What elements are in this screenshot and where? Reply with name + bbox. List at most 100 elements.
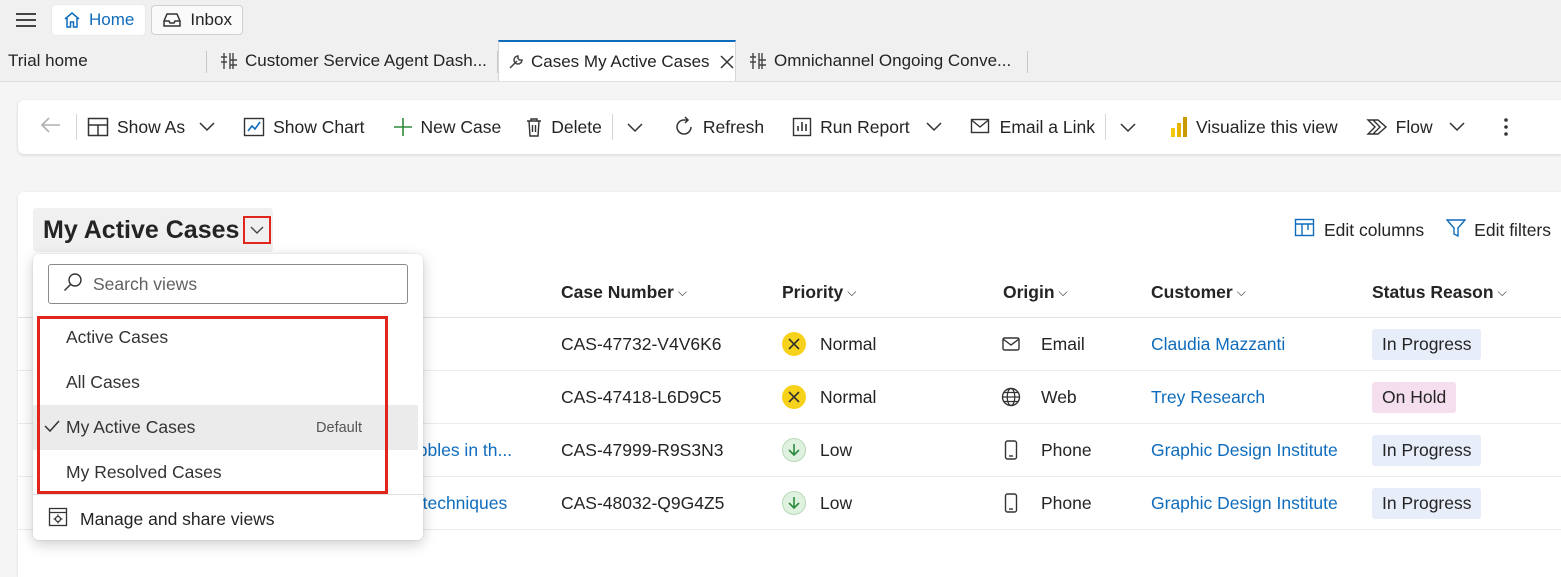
refresh-label: Refresh — [702, 116, 765, 137]
globe-icon — [1001, 387, 1021, 407]
origin-cell: Phone — [1001, 477, 1092, 529]
dashboard-icon — [219, 52, 239, 70]
status-badge: On Hold — [1372, 381, 1457, 413]
app-top-bar: Home Inbox — [0, 0, 1561, 40]
show-as-button[interactable]: Show As — [77, 107, 225, 147]
inbox-label: Inbox — [190, 10, 232, 29]
divider — [33, 494, 423, 495]
status-cell: In Progress — [1372, 318, 1482, 370]
customer-link[interactable]: Trey Research — [1151, 371, 1265, 423]
flow-button[interactable]: Flow — [1356, 107, 1475, 147]
tab-trial-home[interactable]: Trial home — [0, 41, 207, 81]
manage-views-button[interactable]: Manage and share views — [48, 500, 275, 538]
plus-icon — [393, 117, 413, 137]
case-title-link[interactable]: ubbles in th... — [408, 424, 512, 476]
chevron-down-icon — [199, 122, 215, 132]
home-button[interactable]: Home — [52, 5, 146, 35]
chevron-down-icon — [1120, 117, 1136, 138]
column-label: Customer — [1151, 282, 1233, 302]
customer-link[interactable]: Claudia Mazzanti — [1151, 318, 1285, 370]
edit-filters-button[interactable]: Edit filters — [1445, 218, 1551, 243]
hamburger-menu-icon[interactable] — [0, 0, 52, 40]
phone-icon — [1001, 440, 1021, 460]
more-commands-icon[interactable] — [1493, 107, 1519, 147]
email-icon — [1001, 337, 1021, 351]
chevron-down-icon — [1449, 122, 1465, 132]
command-bar: Show As Show Chart New Case Delete Refre… — [18, 100, 1561, 154]
chevron-down-icon[interactable] — [243, 216, 272, 244]
origin-cell: Web — [1001, 371, 1077, 423]
edit-columns-button[interactable]: Edit columns — [1294, 218, 1424, 243]
origin-label: Email — [1041, 333, 1085, 354]
report-icon — [792, 117, 812, 137]
search-views-input[interactable] — [93, 273, 393, 295]
priority-cell: Normal — [782, 371, 876, 423]
tab-cases-my-active-cases[interactable]: Cases My Active Cases — [498, 40, 736, 81]
manage-views-icon — [48, 507, 68, 532]
case-number: CAS-47999-R9S3N3 — [561, 439, 724, 460]
trash-icon — [525, 117, 543, 137]
refresh-button[interactable]: Refresh — [663, 107, 774, 147]
new-case-button[interactable]: New Case — [383, 107, 512, 147]
filter-icon — [1445, 218, 1467, 243]
column-header-status-reason[interactable]: Status Reason ⌵ — [1372, 282, 1507, 303]
show-chart-button[interactable]: Show Chart — [233, 107, 374, 147]
delete-button[interactable]: Delete — [515, 107, 612, 147]
customer-link[interactable]: Graphic Design Institute — [1151, 424, 1338, 476]
close-icon[interactable] — [720, 54, 734, 69]
customer-link[interactable]: Graphic Design Institute — [1151, 477, 1338, 529]
inbox-button[interactable]: Inbox — [151, 5, 243, 35]
new-case-label: New Case — [420, 116, 502, 137]
column-header-case-number[interactable]: Case Number ⌵ — [561, 282, 687, 303]
origin-cell: Email — [1001, 318, 1085, 370]
chevron-down-icon: ⌵ — [677, 285, 687, 299]
email-link-button[interactable]: Email a Link — [960, 107, 1105, 147]
dashboard-icon — [748, 52, 768, 70]
wrench-icon — [507, 53, 525, 71]
view-selector-dropdown: Active Cases All Cases My Active Cases D… — [33, 254, 423, 540]
arrow-left-icon — [40, 116, 62, 139]
chevron-down-icon: ⌵ — [1058, 285, 1068, 299]
origin-cell: Phone — [1001, 424, 1092, 476]
show-as-label: Show As — [117, 116, 186, 137]
status-badge: In Progress — [1372, 328, 1482, 360]
column-header-origin[interactable]: Origin ⌵ — [1003, 282, 1068, 303]
refresh-icon — [673, 116, 695, 138]
more-delete-options-button[interactable] — [613, 107, 663, 147]
priority-normal-icon — [782, 332, 806, 356]
power-bi-icon — [1170, 116, 1188, 138]
home-icon — [63, 11, 81, 29]
case-number: CAS-47732-V4V6K6 — [561, 333, 722, 354]
priority-label: Low — [820, 492, 853, 513]
tab-label: Trial home — [8, 51, 88, 70]
column-header-customer[interactable]: Customer ⌵ — [1151, 282, 1246, 303]
visualize-view-button[interactable]: Visualize this view — [1160, 107, 1348, 147]
chart-icon — [243, 117, 265, 137]
case-number: CAS-47418-L6D9C5 — [561, 386, 722, 407]
priority-normal-icon — [782, 385, 806, 409]
status-cell: In Progress — [1372, 424, 1482, 476]
priority-low-icon — [782, 491, 806, 515]
column-header-priority[interactable]: Priority ⌵ — [782, 282, 856, 303]
chevron-down-icon: ⌵ — [1236, 285, 1246, 299]
view-selector[interactable]: My Active Cases — [33, 208, 274, 252]
more-email-options-button[interactable] — [1106, 107, 1160, 147]
origin-label: Web — [1041, 386, 1077, 407]
priority-cell: Low — [782, 477, 852, 529]
show-chart-label: Show Chart — [273, 116, 365, 137]
search-views-field[interactable] — [48, 264, 408, 304]
priority-low-icon — [782, 438, 806, 462]
case-number: CAS-48032-Q9G4Z5 — [561, 492, 725, 513]
view-title: My Active Cases — [43, 215, 240, 244]
flow-label: Flow — [1395, 116, 1433, 137]
visualize-label: Visualize this view — [1195, 116, 1338, 137]
origin-label: Phone — [1041, 439, 1092, 460]
run-report-button[interactable]: Run Report — [782, 107, 952, 147]
tab-omnichannel-conversations[interactable]: Omnichannel Ongoing Conve... — [736, 41, 1028, 81]
tab-customer-service-dashboard[interactable]: Customer Service Agent Dash... — [207, 41, 498, 81]
status-badge: In Progress — [1372, 434, 1482, 466]
email-link-label: Email a Link — [999, 116, 1095, 137]
tab-label: Omnichannel Ongoing Conve... — [774, 51, 1012, 70]
edit-filters-label: Edit filters — [1474, 220, 1551, 240]
back-button[interactable] — [18, 107, 76, 147]
